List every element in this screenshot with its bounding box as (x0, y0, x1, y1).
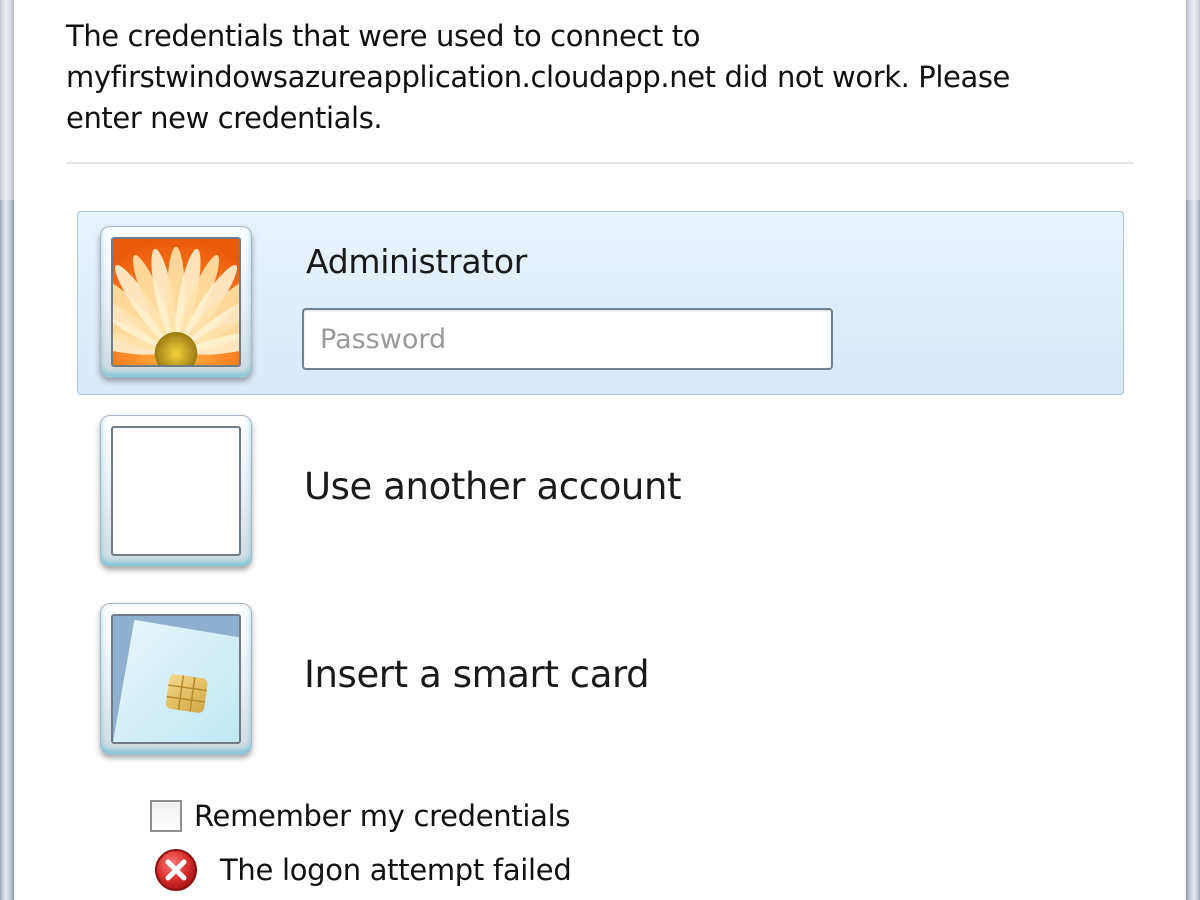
error-text: The logon attempt failed (220, 853, 572, 887)
remember-credentials-label: Remember my credentials (194, 799, 571, 833)
use-another-account-label: Use another account (304, 465, 682, 508)
window-frame-right (1186, 0, 1200, 900)
remember-credentials-row[interactable]: Remember my credentials (150, 796, 571, 836)
account-tile-smart-card[interactable]: Insert a smart card (77, 592, 1124, 767)
flower-avatar-icon (113, 239, 239, 365)
account-tile-administrator[interactable]: Administrator (77, 211, 1124, 395)
error-message-row: The logon attempt failed (154, 848, 572, 892)
blank-avatar-icon (100, 415, 252, 567)
account-tile-other[interactable]: Use another account (77, 404, 1124, 579)
error-icon (155, 849, 197, 891)
window-frame-left (0, 0, 14, 900)
smart-card-avatar (100, 603, 252, 755)
divider (66, 162, 1134, 164)
password-input[interactable] (302, 308, 833, 370)
smart-card-icon (113, 616, 239, 742)
dialog-message: The credentials that were used to connec… (66, 19, 1010, 135)
account-name: Administrator (306, 242, 528, 281)
remember-credentials-checkbox[interactable] (150, 800, 182, 832)
account-avatar (100, 226, 252, 378)
insert-smart-card-label: Insert a smart card (304, 653, 650, 696)
